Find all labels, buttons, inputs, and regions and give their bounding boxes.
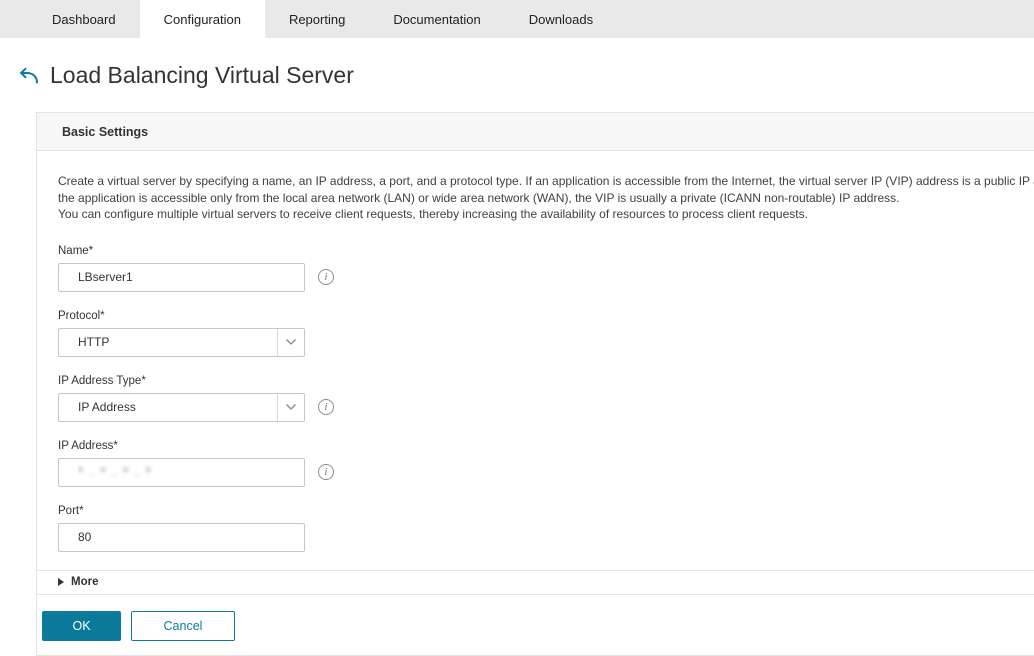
tab-dashboard[interactable]: Dashboard [28, 0, 140, 38]
description-line: You can configure multiple virtual serve… [58, 206, 1034, 223]
tab-downloads[interactable]: Downloads [505, 0, 617, 38]
protocol-label: Protocol* [58, 310, 1034, 322]
ok-button[interactable]: OK [42, 611, 121, 641]
page-title: Load Balancing Virtual Server [50, 62, 354, 89]
page-title-row: Load Balancing Virtual Server [14, 62, 1034, 89]
ip-address-info-icon[interactable]: i [318, 464, 334, 480]
tab-documentation[interactable]: Documentation [369, 0, 504, 38]
field-name: Name* i [58, 245, 1034, 292]
chevron-down-icon [277, 329, 304, 356]
field-ip-address: IP Address* i [58, 440, 1034, 487]
field-port: Port* [58, 505, 1034, 552]
panel-body: Create a virtual server by specifying a … [37, 151, 1034, 570]
basic-settings-panel: Basic Settings Create a virtual server b… [36, 112, 1034, 656]
form-fields: Name* i Protocol* HTTP [58, 245, 1034, 552]
tab-reporting[interactable]: Reporting [265, 0, 369, 38]
action-buttons-row: OK Cancel [37, 595, 1034, 655]
name-input[interactable] [58, 263, 305, 292]
port-label: Port* [58, 505, 1034, 517]
chevron-down-icon [277, 394, 304, 421]
back-arrow-icon [17, 67, 39, 85]
field-protocol: Protocol* HTTP [58, 310, 1034, 357]
name-info-icon[interactable]: i [318, 269, 334, 285]
ip-address-input[interactable] [58, 458, 305, 487]
tab-configuration[interactable]: Configuration [140, 0, 265, 38]
panel-header: Basic Settings [37, 113, 1034, 151]
more-expander[interactable]: More [37, 570, 1034, 595]
ip-address-type-select[interactable]: IP Address [58, 393, 305, 422]
name-label: Name* [58, 245, 1034, 257]
field-ip-address-type: IP Address Type* IP Address i [58, 375, 1034, 422]
ip-address-type-info-icon[interactable]: i [318, 399, 334, 415]
ip-address-label: IP Address* [58, 440, 1034, 452]
ip-address-type-select-value: IP Address [59, 400, 277, 414]
expander-arrow-icon [58, 578, 64, 586]
port-input[interactable] [58, 523, 305, 552]
cancel-button[interactable]: Cancel [131, 611, 235, 641]
protocol-select[interactable]: HTTP [58, 328, 305, 357]
description-line: the application is accessible only from … [58, 190, 1034, 207]
back-button[interactable] [14, 63, 42, 89]
protocol-select-value: HTTP [59, 335, 277, 349]
description-line: Create a virtual server by specifying a … [58, 173, 1034, 190]
more-label: More [71, 576, 98, 588]
top-nav-tabbar: Dashboard Configuration Reporting Docume… [0, 0, 1034, 38]
ip-address-type-label: IP Address Type* [58, 375, 1034, 387]
